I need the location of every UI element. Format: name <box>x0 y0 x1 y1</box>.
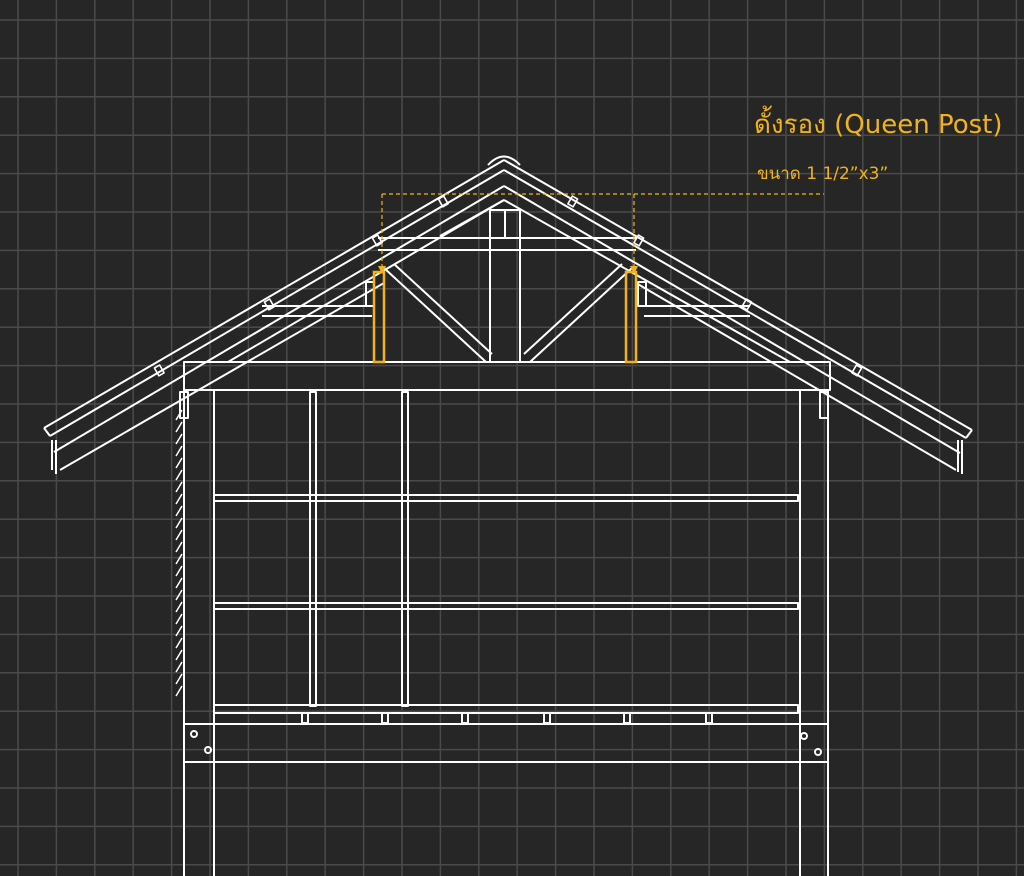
purlins <box>153 195 863 377</box>
siding-board <box>175 673 183 685</box>
annotation-title: ดั้งรอง (Queen Post) <box>754 110 1003 140</box>
queen-post-right <box>624 270 638 364</box>
siding-board <box>175 685 183 697</box>
siding-board <box>175 601 183 613</box>
queen-post-highlight <box>372 193 824 364</box>
siding-board <box>175 577 183 589</box>
siding-board <box>175 481 183 493</box>
siding-board <box>175 661 183 673</box>
siding-board <box>175 421 183 433</box>
wall-frame <box>179 390 829 876</box>
siding-board <box>175 553 183 565</box>
wall-siding <box>175 409 183 697</box>
siding-board <box>175 589 183 601</box>
siding-board <box>175 469 183 481</box>
siding-board <box>175 445 183 457</box>
structure-linework <box>43 155 973 876</box>
siding-board <box>175 541 183 553</box>
siding-board <box>175 493 183 505</box>
truss-inner <box>227 199 791 363</box>
siding-board <box>175 505 183 517</box>
siding-board <box>175 529 183 541</box>
siding-board <box>175 457 183 469</box>
siding-board <box>175 637 183 649</box>
siding-board <box>175 649 183 661</box>
siding-board <box>175 613 183 625</box>
siding-board <box>175 565 183 577</box>
annotation-size-label: ขนาด 1 1/2”x3” <box>757 164 889 184</box>
